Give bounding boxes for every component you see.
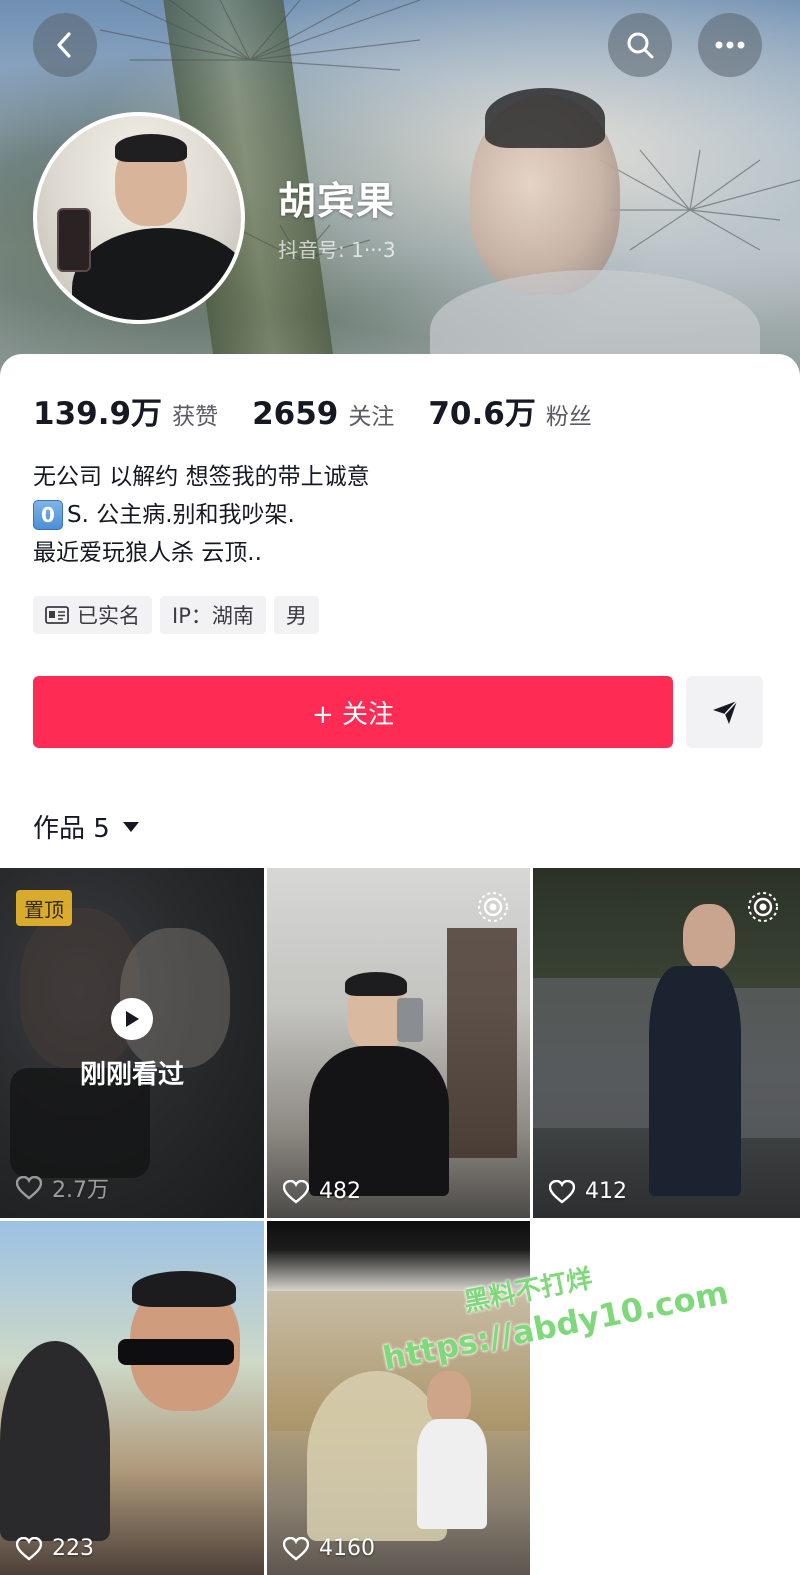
- heart-icon: [16, 1176, 42, 1200]
- search-icon: [627, 32, 654, 59]
- stat-likes[interactable]: 139.9万 获赞: [33, 388, 218, 433]
- tag-gender: 男: [273, 596, 319, 634]
- video-tile[interactable]: 482: [267, 868, 530, 1218]
- recently-viewed-overlay: 刚刚看过: [0, 998, 264, 1091]
- bio: 无公司 以解约 想签我的带上诚意 0 S. 公主病.别和我吵架. 最近爱玩狼人杀…: [33, 458, 370, 572]
- more-dots-icon: [715, 41, 745, 49]
- video-tile[interactable]: 置顶 刚刚看过 2.7万: [0, 868, 264, 1218]
- works-label: 作品 5: [33, 814, 110, 844]
- caret-down-icon: [122, 821, 140, 833]
- heart-icon: [283, 1536, 309, 1561]
- tag-verified: 已实名: [33, 596, 152, 634]
- bio-line-2-text: S. 公主病.别和我吵架.: [67, 502, 295, 528]
- like-count-value: 482: [319, 1179, 361, 1204]
- stat-label: 粉丝: [545, 404, 592, 430]
- chevron-left-icon: [57, 32, 71, 58]
- like-count: 412: [549, 1179, 627, 1204]
- stat-followers[interactable]: 70.6万 粉丝: [428, 388, 592, 433]
- like-count: 482: [283, 1179, 361, 1204]
- like-count: 223: [16, 1536, 94, 1561]
- like-count-value: 223: [52, 1536, 94, 1561]
- bio-line-2: 0 S. 公主病.别和我吵架.: [33, 496, 370, 534]
- avatar[interactable]: [33, 112, 245, 324]
- pinned-badge: 置顶: [16, 890, 72, 926]
- live-ring-icon: [478, 892, 508, 922]
- profile-name: 胡宾果: [278, 179, 396, 223]
- like-count: 2.7万: [16, 1172, 109, 1204]
- tag-ip: IP：湖南: [160, 596, 266, 634]
- video-tile[interactable]: 4160: [267, 1221, 530, 1575]
- keycap-zero: 0: [33, 500, 63, 530]
- stat-label: 获赞: [172, 404, 219, 430]
- more-button[interactable]: [698, 13, 762, 77]
- heart-icon: [16, 1536, 42, 1561]
- message-button[interactable]: [686, 676, 763, 748]
- follow-button[interactable]: + 关注: [33, 676, 673, 748]
- id-card-icon: [45, 606, 69, 624]
- stat-following[interactable]: 2659 关注: [252, 396, 394, 432]
- like-count: 4160: [283, 1536, 375, 1561]
- douyin-id: 抖音号: 1···3: [278, 234, 396, 263]
- tag-verified-label: 已实名: [77, 604, 140, 628]
- live-ring-icon: [748, 892, 778, 922]
- heart-icon: [549, 1179, 575, 1204]
- recently-viewed-label: 刚刚看过: [79, 1060, 184, 1090]
- stat-value: 70.6万: [428, 396, 536, 432]
- bio-line-1: 无公司 以解约 想签我的带上诚意: [33, 464, 370, 490]
- like-count-value: 2.7万: [52, 1178, 109, 1203]
- douyin-id-value: 1···3: [351, 238, 396, 262]
- search-button[interactable]: [608, 13, 672, 77]
- stat-value: 139.9万: [33, 396, 163, 432]
- works-grid: 置顶 刚刚看过 2.7万 482 412 223 4160: [0, 868, 800, 1575]
- bio-line-3: 最近爱玩狼人杀 云顶..: [33, 540, 262, 566]
- send-icon: [712, 700, 738, 724]
- heart-icon: [283, 1179, 309, 1204]
- like-count-value: 412: [585, 1179, 627, 1204]
- stat-label: 关注: [348, 404, 395, 430]
- like-count-value: 4160: [319, 1536, 375, 1561]
- play-icon: [111, 998, 153, 1040]
- video-tile[interactable]: 223: [0, 1221, 264, 1575]
- works-tab[interactable]: 作品 5: [33, 808, 140, 845]
- video-tile[interactable]: 412: [533, 868, 800, 1218]
- back-button[interactable]: [33, 13, 97, 77]
- douyin-id-label: 抖音号:: [278, 238, 352, 262]
- stats-row: 139.9万 获赞 2659 关注 70.6万 粉丝: [33, 388, 626, 433]
- profile-tags: 已实名 IP：湖南 男: [33, 596, 327, 634]
- stat-value: 2659: [252, 396, 339, 432]
